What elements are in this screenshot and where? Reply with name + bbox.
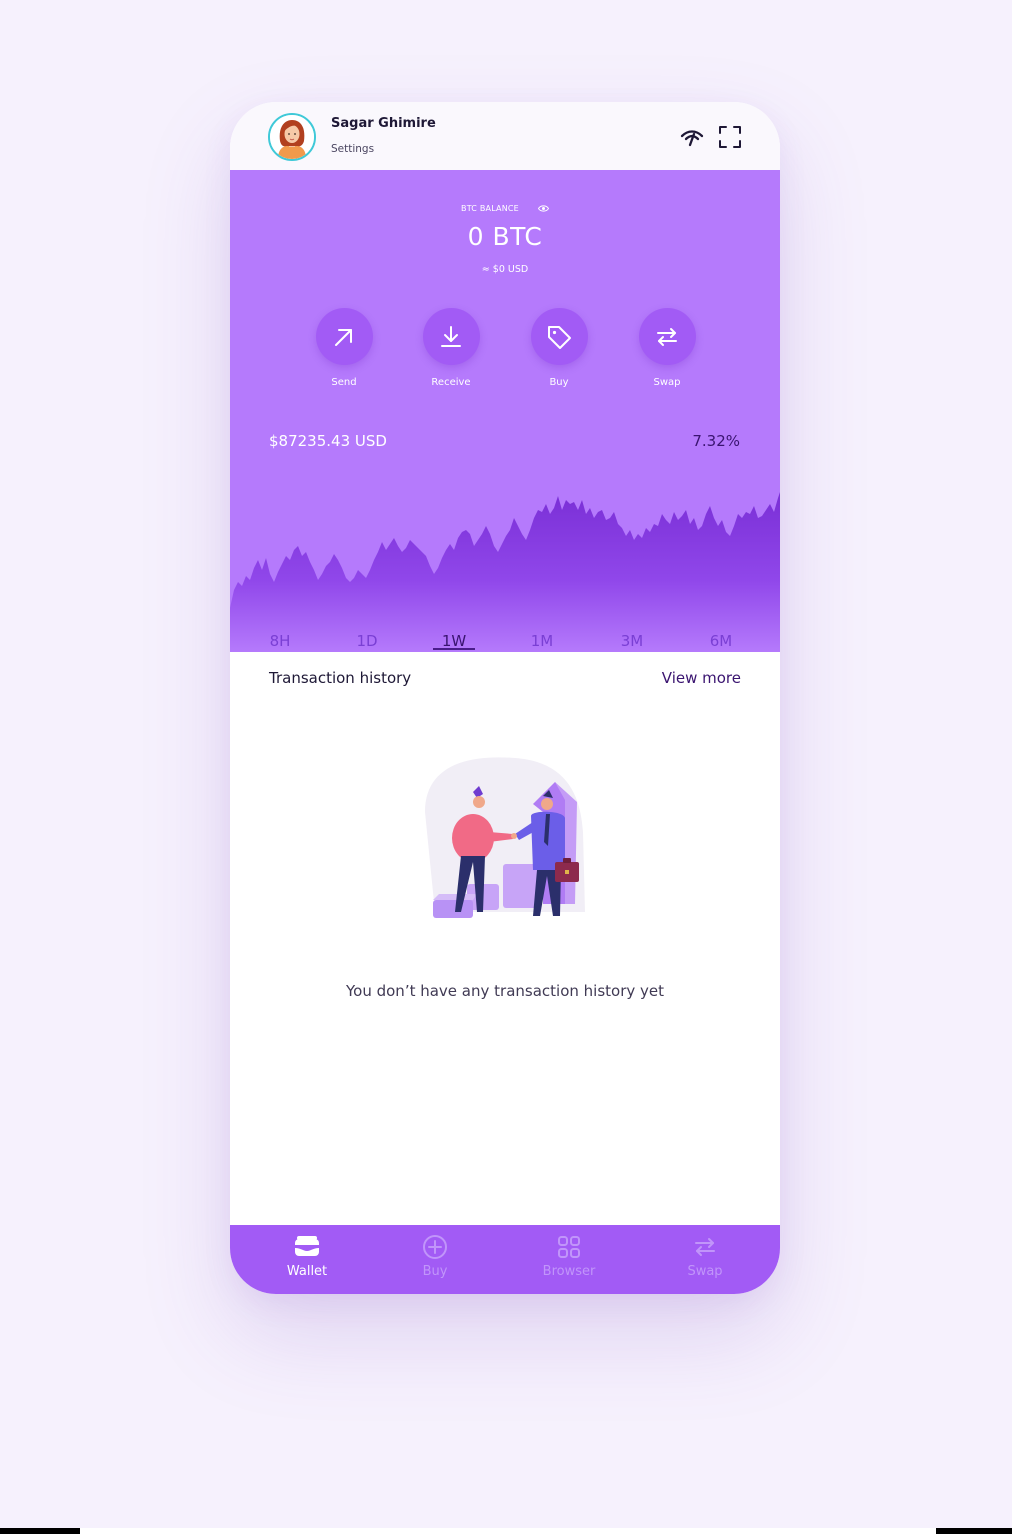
nav-buy-label: Buy — [422, 1264, 448, 1279]
receive-button[interactable]: Receive — [411, 308, 491, 388]
nav-swap-label: Swap — [687, 1264, 723, 1279]
send-button[interactable]: Send — [304, 308, 384, 388]
grid-icon — [558, 1236, 580, 1258]
signal-icon[interactable] — [679, 124, 705, 150]
balance-usd: ≈ $0 USD — [481, 264, 529, 275]
plus-circle-icon — [423, 1235, 447, 1259]
eye-icon[interactable] — [538, 204, 549, 213]
nav-wallet[interactable]: Wallet — [257, 1225, 357, 1294]
send-label: Send — [331, 377, 357, 388]
user-name: Sagar Ghimire — [331, 116, 436, 131]
avatar[interactable] — [268, 113, 316, 161]
price-value: $87235.43 USD — [269, 432, 387, 450]
nav-swap[interactable]: Swap — [655, 1225, 755, 1294]
avatar-image — [270, 115, 314, 159]
chart-area — [230, 492, 780, 652]
receive-label: Receive — [431, 377, 471, 388]
transaction-history-card: Transaction history View more You don’t … — [230, 652, 780, 1225]
swap-arrows-icon — [695, 1238, 715, 1256]
phone-screen: Sagar Ghimire Settings BTC BALANCE 0 BTC… — [230, 102, 780, 1294]
empty-history-message: You don’t have any transaction history y… — [345, 982, 664, 1000]
bottom-strip — [0, 1528, 1012, 1534]
swap-label: Swap — [653, 377, 681, 388]
price-chart — [230, 492, 780, 652]
handshake-illustration — [425, 757, 585, 918]
scan-icon[interactable] — [717, 124, 743, 150]
wallet-icon — [295, 1236, 319, 1256]
balance-label: BTC BALANCE — [461, 204, 519, 213]
nav-buy[interactable]: Buy — [385, 1225, 485, 1294]
range-tab-1d[interactable]: 1D — [356, 632, 377, 650]
history-title: Transaction history — [269, 669, 412, 687]
range-tab-6m[interactable]: 6M — [710, 632, 733, 650]
view-more-link[interactable]: View more — [662, 669, 741, 687]
balance-panel: BTC BALANCE 0 BTC ≈ $0 USD Send Receive … — [230, 170, 780, 652]
range-tab-1m[interactable]: 1M — [531, 632, 554, 650]
bottom-nav: Wallet Buy Browser Swap — [230, 1225, 780, 1294]
bottom-strip-left — [0, 1528, 80, 1534]
balance-amount: 0 BTC — [467, 222, 543, 251]
range-tabs: 8H 1D 1W 1M 3M 6M — [230, 630, 780, 652]
range-selected-underline — [433, 648, 475, 650]
app-header: Sagar Ghimire Settings — [230, 102, 780, 170]
price-change: 7.32% — [692, 432, 740, 450]
swap-button[interactable]: Swap — [627, 308, 707, 388]
download-icon — [441, 325, 461, 347]
nav-browser[interactable]: Browser — [519, 1225, 619, 1294]
nav-browser-label: Browser — [542, 1264, 596, 1279]
bottom-strip-right — [936, 1528, 1012, 1534]
settings-link[interactable]: Settings — [331, 143, 374, 155]
range-tab-8h[interactable]: 8H — [270, 632, 291, 650]
tag-icon — [548, 325, 571, 349]
nav-wallet-label: Wallet — [286, 1264, 328, 1279]
range-tab-3m[interactable]: 3M — [621, 632, 644, 650]
swap-arrows-icon — [657, 327, 677, 346]
arrow-up-right-icon — [335, 328, 352, 346]
buy-label: Buy — [549, 377, 569, 388]
buy-button[interactable]: Buy — [519, 308, 599, 388]
